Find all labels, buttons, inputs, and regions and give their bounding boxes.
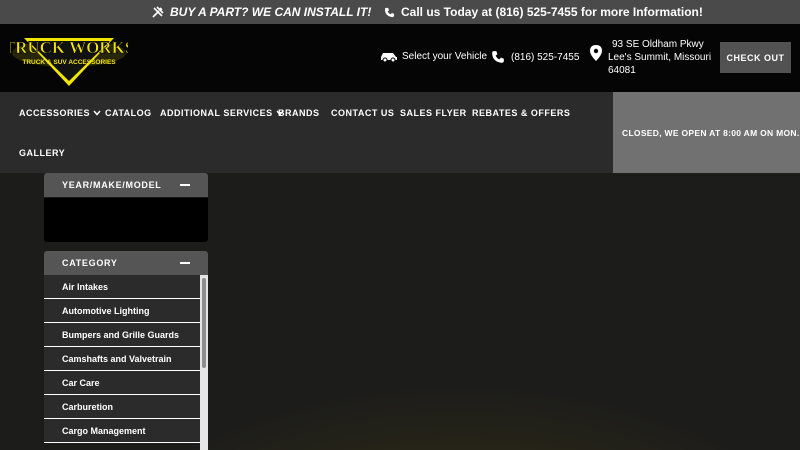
ymm-panel-title: YEAR/MAKE/MODEL: [62, 180, 162, 190]
phone-icon: [384, 7, 395, 17]
nav-brands[interactable]: BRANDS: [278, 108, 320, 118]
category-list: Air Intakes Automotive Lighting Bumpers …: [44, 275, 200, 450]
checkout-button[interactable]: CHECK OUT: [720, 42, 791, 73]
nav-sales-flyer-label: SALES FLYER: [400, 108, 467, 118]
nav-rebates-offers-label: REBATES & OFFERS: [472, 108, 571, 118]
category-item[interactable]: Camshafts and Valvetrain: [44, 347, 200, 371]
address-line-3: 64081: [608, 65, 636, 76]
category-item[interactable]: Air Intakes: [44, 275, 200, 299]
nav-brands-label: BRANDS: [278, 108, 320, 118]
top-bar: BUY A PART? WE CAN INSTALL IT! Call us T…: [0, 0, 800, 24]
nav-catalog[interactable]: CATALOG: [105, 108, 152, 118]
logo-subtitle: TRUCK & SUV ACCESSORIES: [22, 59, 116, 66]
address-line-2: Lee's Summit, Missouri: [608, 52, 712, 63]
main-nav: ACCESSORIES CATALOG ADDITIONAL SERVICES …: [0, 92, 613, 173]
collapse-icon[interactable]: [180, 184, 190, 186]
category-panel-title: CATEGORY: [62, 258, 118, 268]
truck-works-logo[interactable]: TRUCK WORKS TRUCK & SUV ACCESSORIES: [10, 28, 128, 88]
category-item[interactable]: Carburetion: [44, 395, 200, 419]
category-item[interactable]: Bumpers and Grille Guards: [44, 323, 200, 347]
nav-contact-us-label: CONTACT US: [331, 108, 395, 118]
category-item[interactable]: Car Care: [44, 371, 200, 395]
nav-gallery-label: GALLERY: [19, 148, 66, 158]
store-address[interactable]: 93 SE Oldham Pkwy Lee's Summit, Missouri…: [590, 38, 711, 77]
category-item[interactable]: Automotive Lighting: [44, 299, 200, 323]
tools-icon: [152, 6, 164, 18]
nav-additional-services[interactable]: ADDITIONAL SERVICES: [160, 108, 284, 118]
nav-accessories[interactable]: ACCESSORIES: [19, 108, 101, 118]
header-phone[interactable]: (816) 525-7455: [491, 50, 579, 64]
select-vehicle-label: Select your Vehicle: [402, 50, 488, 62]
ymm-panel-body: [44, 198, 208, 242]
call-info[interactable]: Call us Today at (816) 525-7455 for more…: [384, 5, 703, 19]
nav-catalog-label: CATALOG: [105, 108, 152, 118]
ymm-panel-header[interactable]: YEAR/MAKE/MODEL: [44, 173, 208, 197]
phone-icon: [492, 51, 504, 63]
select-vehicle-link[interactable]: Select your Vehicle: [380, 50, 487, 62]
category-item[interactable]: Cargo Management: [44, 419, 200, 443]
store-hours-label: CLOSED, WE OPEN AT 8:00 AM ON MON.: [622, 127, 800, 138]
address-line-1: 93 SE Oldham Pkwy: [612, 39, 704, 50]
header-phone-number: (816) 525-7455: [511, 51, 580, 63]
nav-gallery[interactable]: GALLERY: [19, 148, 65, 158]
store-hours-dropdown[interactable]: CLOSED, WE OPEN AT 8:00 AM ON MON.: [613, 92, 800, 173]
header: TRUCK WORKS TRUCK & SUV ACCESSORIES Sele…: [0, 24, 800, 92]
category-panel-header[interactable]: CATEGORY: [44, 251, 208, 275]
car-icon: [381, 53, 397, 62]
collapse-icon[interactable]: [180, 262, 190, 264]
logo-title: TRUCK WORKS: [10, 38, 128, 57]
call-info-text: Call us Today at (816) 525-7455 for more…: [401, 5, 703, 19]
nav-sales-flyer[interactable]: SALES FLYER: [400, 108, 467, 118]
nav-additional-services-label: ADDITIONAL SERVICES: [160, 108, 273, 118]
install-promo: BUY A PART? WE CAN INSTALL IT!: [152, 5, 371, 19]
nav-rebates-offers[interactable]: REBATES & OFFERS: [472, 108, 570, 118]
nav-contact-us[interactable]: CONTACT US: [331, 108, 394, 118]
map-pin-icon: [590, 45, 602, 61]
chevron-down-icon: [93, 110, 101, 116]
install-promo-text: BUY A PART? WE CAN INSTALL IT!: [170, 5, 372, 19]
nav-accessories-label: ACCESSORIES: [19, 108, 91, 118]
category-scrollbar-thumb[interactable]: [202, 278, 206, 368]
